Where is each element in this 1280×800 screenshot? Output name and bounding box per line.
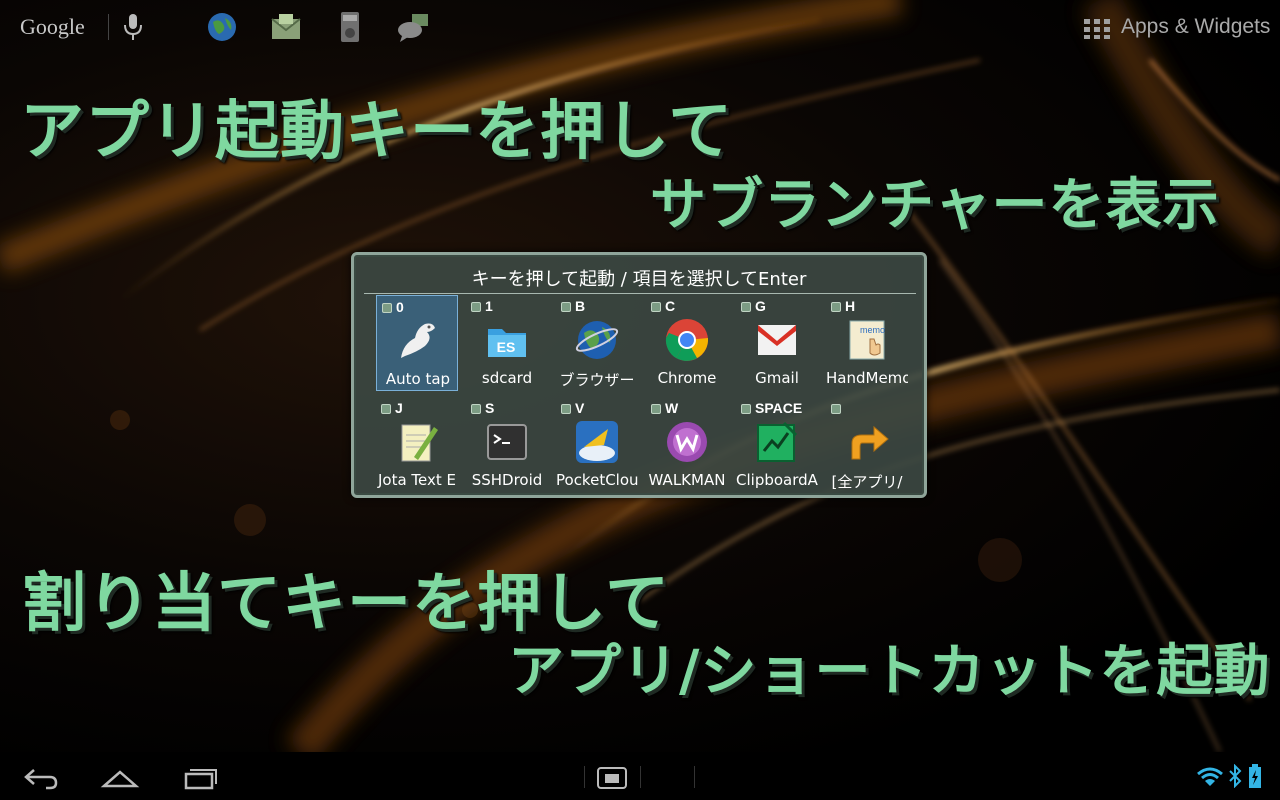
- battery-icon: [1249, 764, 1261, 788]
- key-indicator: [471, 302, 481, 312]
- google-search-button[interactable]: Google: [20, 14, 85, 40]
- shortcut-key: V: [575, 400, 585, 416]
- shortcut-key: G: [755, 298, 766, 314]
- divider: [640, 766, 641, 788]
- globe-icon[interactable]: [205, 10, 239, 44]
- item-label: Gmail: [755, 369, 799, 387]
- handmemo-icon: memo: [849, 320, 885, 360]
- walkman-icon: [667, 422, 707, 462]
- back-icon[interactable]: [22, 762, 60, 792]
- item-label: WALKMAN: [648, 471, 726, 489]
- item-label: sdcard: [481, 369, 533, 387]
- key-indicator: [831, 302, 841, 312]
- key-indicator: [471, 404, 481, 414]
- shortcut-key: 1: [485, 298, 493, 314]
- gmail-icon: [758, 325, 796, 355]
- item-label: ClipboardA: [736, 471, 818, 489]
- divider: [364, 293, 916, 294]
- item-label: HandMemo: [826, 369, 908, 387]
- launcher-item-chrome[interactable]: C Chrome: [646, 295, 728, 391]
- app-grid: 0 Auto tap 1 ES sdcard B ブラウザー C Chrome …: [364, 295, 916, 491]
- launcher-item-handmemo[interactable]: H memo HandMemo: [826, 295, 908, 391]
- item-label: Jota Text E: [377, 471, 457, 489]
- messages-icon[interactable]: [396, 10, 430, 44]
- launcher-item-all-apps[interactable]: [全アプリ/: [826, 397, 908, 493]
- dialog-title: キーを押して起動 / 項目を選択してEnter: [471, 269, 807, 290]
- top-bar: Google Apps & Widgets: [0, 0, 1280, 56]
- launcher-item-clipboard[interactable]: SPACE ClipboardA: [736, 397, 818, 493]
- all-apps-arrow-icon: [851, 425, 889, 460]
- phone-icon[interactable]: [333, 10, 367, 44]
- key-indicator: [651, 404, 661, 414]
- jota-text-icon: [401, 424, 438, 462]
- item-label: [全アプリ/: [831, 473, 903, 491]
- home-icon[interactable]: [100, 762, 140, 792]
- item-label: Auto tap: [385, 370, 451, 388]
- browser-globe-icon: [575, 321, 619, 359]
- bluetooth-icon: [1229, 764, 1242, 788]
- divider: [584, 766, 585, 788]
- launcher-item-auto-tap[interactable]: 0 Auto tap: [376, 295, 458, 391]
- headline-line-2: サブランチャーを表示: [650, 173, 1220, 238]
- shortcut-key: C: [665, 298, 676, 314]
- launcher-item-sshdroid[interactable]: S SSHDroid: [466, 397, 548, 493]
- key-indicator: [561, 404, 571, 414]
- key-indicator: [651, 302, 661, 312]
- mail-icon[interactable]: [269, 10, 303, 44]
- item-label: SSHDroid: [471, 471, 543, 489]
- item-label: PocketClou: [556, 471, 638, 489]
- svg-text:ES: ES: [497, 339, 516, 355]
- apps-grid-icon[interactable]: [1084, 19, 1110, 39]
- key-indicator: [741, 302, 751, 312]
- apps-widgets-button[interactable]: Apps & Widgets: [1121, 15, 1270, 39]
- auto-tap-icon: [401, 323, 435, 358]
- key-indicator: [831, 404, 841, 414]
- item-label: Chrome: [657, 369, 717, 387]
- shortcut-key: 0: [396, 299, 404, 315]
- key-indicator: [561, 302, 571, 312]
- es-file-explorer-icon: ES: [488, 329, 526, 357]
- navigation-bar: [0, 752, 1280, 800]
- key-indicator: [741, 404, 751, 414]
- launcher-item-gmail[interactable]: G Gmail: [736, 295, 818, 391]
- divider: [694, 766, 695, 788]
- screenshot-icon[interactable]: [596, 762, 628, 792]
- svg-text:memo: memo: [860, 325, 885, 335]
- shortcut-key: S: [485, 400, 495, 416]
- sub-launcher-dialog: キーを押して起動 / 項目を選択してEnter 0 Auto tap 1 ES …: [351, 252, 927, 498]
- launcher-item-sdcard[interactable]: 1 ES sdcard: [466, 295, 548, 391]
- shortcut-key: J: [395, 400, 403, 416]
- shortcut-key: B: [575, 298, 586, 314]
- shortcut-key: W: [665, 400, 679, 416]
- recent-apps-icon[interactable]: [182, 762, 220, 792]
- mic-icon[interactable]: [122, 12, 144, 42]
- launcher-item-jota-text[interactable]: J Jota Text E: [376, 397, 458, 493]
- key-indicator: [381, 404, 391, 414]
- wifi-icon: [1197, 767, 1223, 786]
- chrome-icon: [665, 319, 709, 361]
- item-label: ブラウザー: [559, 371, 635, 389]
- launcher-item-pocketcloud[interactable]: V PocketClou: [556, 397, 638, 493]
- terminal-icon: [487, 424, 527, 460]
- divider: [108, 14, 109, 40]
- headline-line-4: アプリ/ショートカットを起動: [508, 639, 1271, 704]
- shortcut-key: SPACE: [755, 400, 803, 416]
- launcher-item-browser[interactable]: B ブラウザー: [556, 295, 638, 391]
- key-indicator: [382, 303, 392, 313]
- launcher-item-walkman[interactable]: W WALKMAN: [646, 397, 728, 493]
- clipboard-icon: [757, 421, 798, 462]
- headline-line-1: アプリ起動キーを押して: [20, 95, 734, 169]
- pocketcloud-icon: [576, 421, 618, 463]
- shortcut-key: H: [845, 298, 856, 314]
